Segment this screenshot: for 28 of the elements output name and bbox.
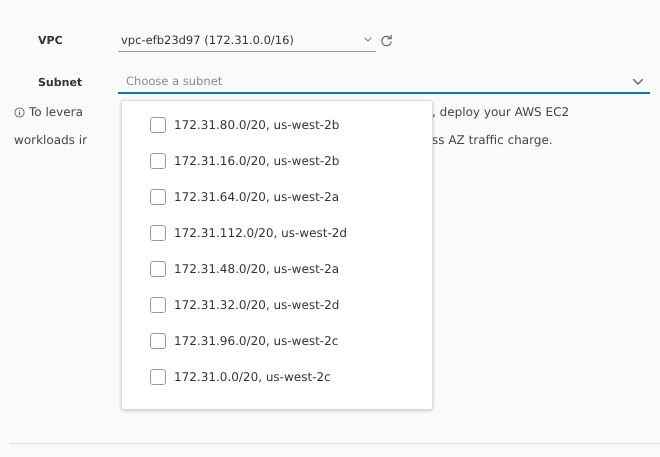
info-icon <box>14 106 25 118</box>
subnet-option[interactable]: 172.31.96.0/20, us-west-2c <box>150 323 432 359</box>
checkbox[interactable] <box>150 333 166 349</box>
vpc-select[interactable]: vpc-efb23d97 (172.31.0.0/16) <box>118 28 376 52</box>
field-label: VPC <box>38 34 64 46</box>
refresh-icon[interactable] <box>380 34 393 46</box>
field-label: Subnet <box>38 76 84 88</box>
checkbox[interactable] <box>150 189 166 205</box>
checkbox[interactable] <box>150 261 166 277</box>
caret-icon <box>364 37 372 42</box>
subnet-option[interactable]: 172.31.16.0/20, us-west-2b <box>150 143 432 179</box>
checkbox[interactable] <box>150 297 166 313</box>
info-text: To levera <box>29 105 83 119</box>
checkbox[interactable] <box>150 117 166 133</box>
checkbox[interactable] <box>150 369 166 385</box>
subnet-select[interactable]: Choose a subnet <box>118 70 650 94</box>
info-text: workloads ir <box>14 133 88 147</box>
info-text: , deploy your AWS EC2 <box>432 105 570 119</box>
subnet-option[interactable]: 172.31.80.0/20, us-west-2b <box>150 107 432 143</box>
checkbox[interactable] <box>150 225 166 241</box>
subnet-option[interactable]: 172.31.32.0/20, us-west-2d <box>150 287 432 323</box>
subnet-option[interactable]: 172.31.48.0/20, us-west-2a <box>150 251 432 287</box>
checkbox[interactable] <box>150 153 166 169</box>
info-text: ss AZ traffic charge. <box>432 133 553 147</box>
subnet-option[interactable]: 172.31.64.0/20, us-west-2a <box>150 179 432 215</box>
subnet-option[interactable]: 172.31.0.0/20, us-west-2c <box>150 359 432 395</box>
subnet-option[interactable]: 172.31.112.0/20, us-west-2d <box>150 215 432 251</box>
chevron-icon <box>632 78 644 86</box>
